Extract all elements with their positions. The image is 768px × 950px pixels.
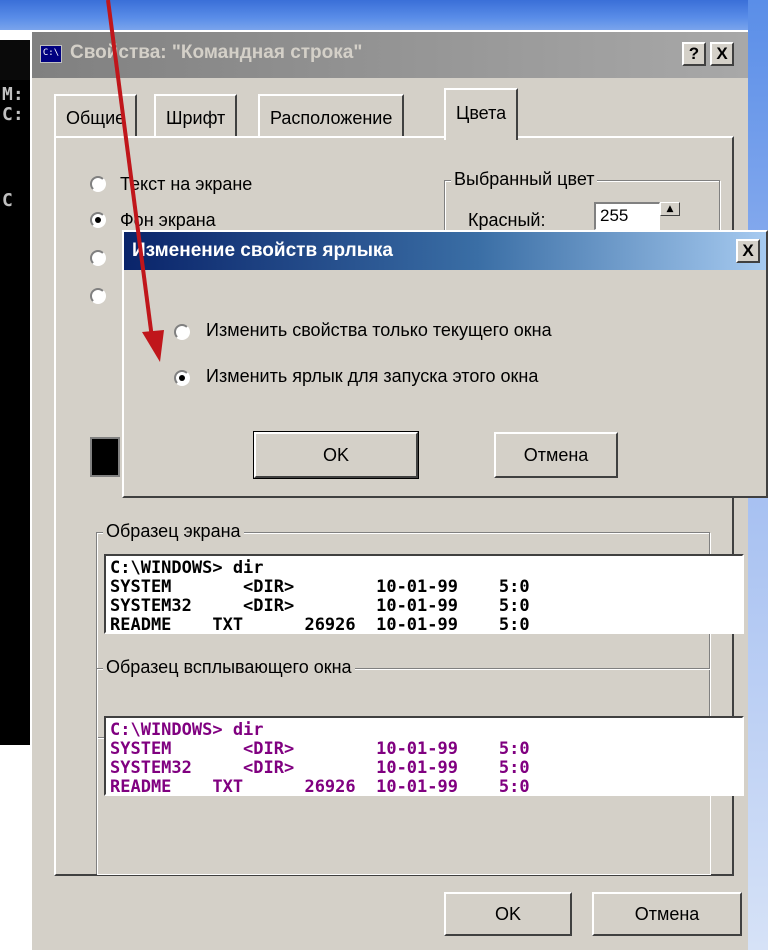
popup-sample-legend: Образец всплывающего окна	[103, 657, 355, 678]
dialog-ok-button[interactable]: OK	[253, 431, 419, 479]
popup-sample-line: README TXT 26926 10-01-99 5:0	[110, 777, 530, 796]
tab-font[interactable]: Шрифт	[154, 94, 238, 138]
radio-screen-background-label: Фон экрана	[120, 210, 216, 230]
screen-sample-line: C:\WINDOWS> dir	[110, 558, 264, 578]
radio-modify-shortcut[interactable]	[174, 370, 190, 386]
tab-colors[interactable]: Цвета	[444, 88, 519, 140]
window-titlebar[interactable]: C:\ Свойства: "Командная строка" ? X	[32, 32, 748, 78]
color-swatch-black[interactable]	[90, 437, 120, 477]
radio-modify-shortcut-label: Изменить ярлык для запуска этого окна	[206, 366, 539, 386]
console-app-icon: C:\	[40, 45, 62, 63]
window-title: Свойства: "Командная строка"	[70, 42, 363, 63]
cancel-button[interactable]: Отмена	[592, 892, 742, 936]
desktop-background-top	[0, 0, 768, 30]
shortcut-properties-dialog: Изменение свойств ярлыка X Изменить свой…	[122, 230, 768, 498]
console-window-edge	[0, 40, 30, 80]
screen-sample-line: SYSTEM32 <DIR> 10-01-99 5:0	[110, 596, 530, 616]
help-button[interactable]: ?	[682, 42, 706, 66]
dialog-title: Изменение свойств ярлыка	[132, 240, 393, 261]
radio-popup-text[interactable]	[90, 250, 106, 266]
radio-current-window-only-label: Изменить свойства только текущего окна	[206, 320, 552, 340]
screen-sample-legend: Образец экрана	[103, 521, 244, 542]
console-text-line: C	[2, 190, 13, 211]
screen-sample-line: README TXT 26926 10-01-99 5:0	[110, 615, 530, 634]
screen-sample-line: SYSTEM <DIR> 10-01-99 5:0	[110, 577, 530, 597]
radio-popup-background[interactable]	[90, 288, 106, 304]
popup-sample-preview: C:\WINDOWS> dir SYSTEM <DIR> 10-01-99 5:…	[104, 716, 744, 796]
radio-current-window-only[interactable]	[174, 324, 190, 340]
red-spin-up-button[interactable]: ▲	[660, 202, 680, 216]
radio-screen-text-label: Текст на экране	[120, 174, 253, 194]
console-text-line: C:	[2, 104, 24, 125]
radio-screen-background[interactable]	[90, 212, 106, 228]
tab-general[interactable]: Общие	[54, 94, 138, 138]
red-value-field[interactable]: 255	[594, 202, 660, 230]
popup-sample-line: SYSTEM <DIR> 10-01-99 5:0	[110, 739, 530, 759]
popup-sample-line: SYSTEM32 <DIR> 10-01-99 5:0	[110, 758, 530, 778]
popup-sample-line: C:\WINDOWS> dir	[110, 720, 264, 740]
dialog-cancel-button[interactable]: Отмена	[494, 432, 618, 478]
close-button[interactable]: X	[710, 42, 734, 66]
dialog-titlebar[interactable]: Изменение свойств ярлыка X	[124, 232, 766, 270]
dialog-close-button[interactable]: X	[736, 239, 760, 263]
selected-color-legend: Выбранный цвет	[451, 169, 598, 190]
radio-screen-text[interactable]	[90, 176, 106, 192]
ok-button[interactable]: OK	[444, 892, 572, 936]
console-text-line: M:	[2, 84, 24, 105]
red-label: Красный:	[468, 210, 546, 230]
screen-sample-preview: C:\WINDOWS> dir SYSTEM <DIR> 10-01-99 5:…	[104, 554, 744, 634]
tab-layout[interactable]: Расположение	[258, 94, 405, 138]
background-console-window: M: C: C	[0, 80, 32, 745]
